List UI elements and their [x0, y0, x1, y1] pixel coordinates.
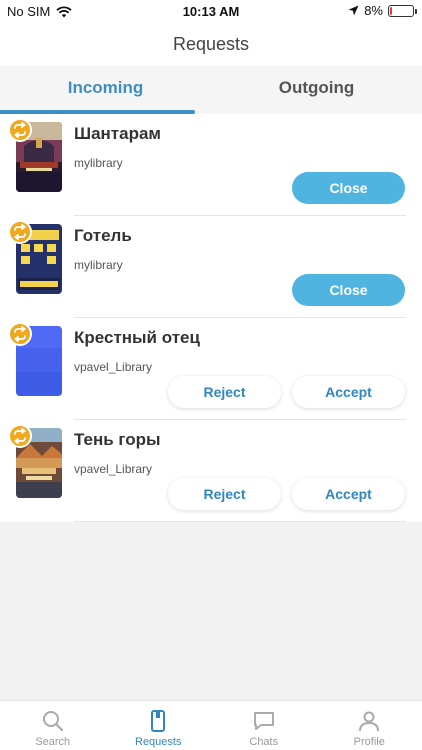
accept-button[interactable]: Accept	[292, 376, 405, 408]
status-right: 8%	[348, 3, 417, 18]
book-title: Готель	[74, 226, 132, 245]
tabbar-item-requests[interactable]: Requests	[106, 701, 212, 750]
location-arrow-icon	[348, 5, 359, 16]
status-bar: No SIM 10:13 AM 8%	[0, 0, 422, 22]
book-title: Тень горы	[74, 430, 161, 449]
search-icon	[42, 711, 63, 732]
swap-icon	[8, 220, 32, 244]
request-list: Шантарам mylibrary Close Готель mylibrar…	[0, 114, 422, 522]
owner-name: vpavel_Library	[74, 462, 153, 476]
battery-percent: 8%	[364, 3, 383, 18]
reject-button[interactable]: Reject	[168, 478, 281, 510]
tab-outgoing[interactable]: Outgoing	[211, 66, 422, 114]
list-item[interactable]: Шантарам mylibrary Close	[0, 114, 422, 216]
battery-icon	[388, 4, 417, 17]
close-button[interactable]: Close	[292, 274, 405, 306]
chat-icon	[253, 712, 274, 730]
tabbar-label: Search	[35, 736, 71, 748]
tabbar-item-chats[interactable]: Chats	[211, 701, 317, 750]
reject-button[interactable]: Reject	[168, 376, 281, 408]
swap-icon	[8, 118, 32, 142]
requests-icon	[151, 710, 166, 732]
tabbar-item-search[interactable]: Search	[0, 701, 106, 750]
list-item[interactable]: Тень горы vpavel_Library Reject Accept	[0, 420, 422, 522]
owner-name: mylibrary	[74, 156, 123, 170]
owner-name: vpavel_Library	[74, 360, 153, 374]
accept-button[interactable]: Accept	[292, 478, 405, 510]
list-item[interactable]: Готель mylibrary Close	[0, 216, 422, 318]
bottom-tab-bar: Search Requests Chats Profile	[0, 700, 422, 750]
tabbar-item-profile[interactable]: Profile	[317, 701, 422, 750]
page-title: Requests	[172, 34, 250, 54]
close-button[interactable]: Close	[292, 172, 405, 204]
request-tabs: Incoming Outgoing	[0, 66, 422, 114]
book-title: Шантарам	[74, 124, 162, 143]
tabbar-label: Profile	[353, 736, 385, 748]
row-divider	[74, 521, 406, 522]
list-item[interactable]: Крестный отец vpavel_Library Reject Acce…	[0, 318, 422, 420]
tab-incoming[interactable]: Incoming	[0, 66, 211, 114]
owner-name: mylibrary	[74, 258, 123, 272]
tabbar-label: Requests	[135, 736, 182, 748]
swap-icon	[8, 322, 32, 346]
profile-icon	[359, 711, 380, 732]
tabbar-label: Chats	[249, 736, 279, 748]
swap-icon	[8, 424, 32, 448]
nav-header: Requests	[0, 22, 422, 66]
book-title: Крестный отец	[74, 328, 200, 347]
